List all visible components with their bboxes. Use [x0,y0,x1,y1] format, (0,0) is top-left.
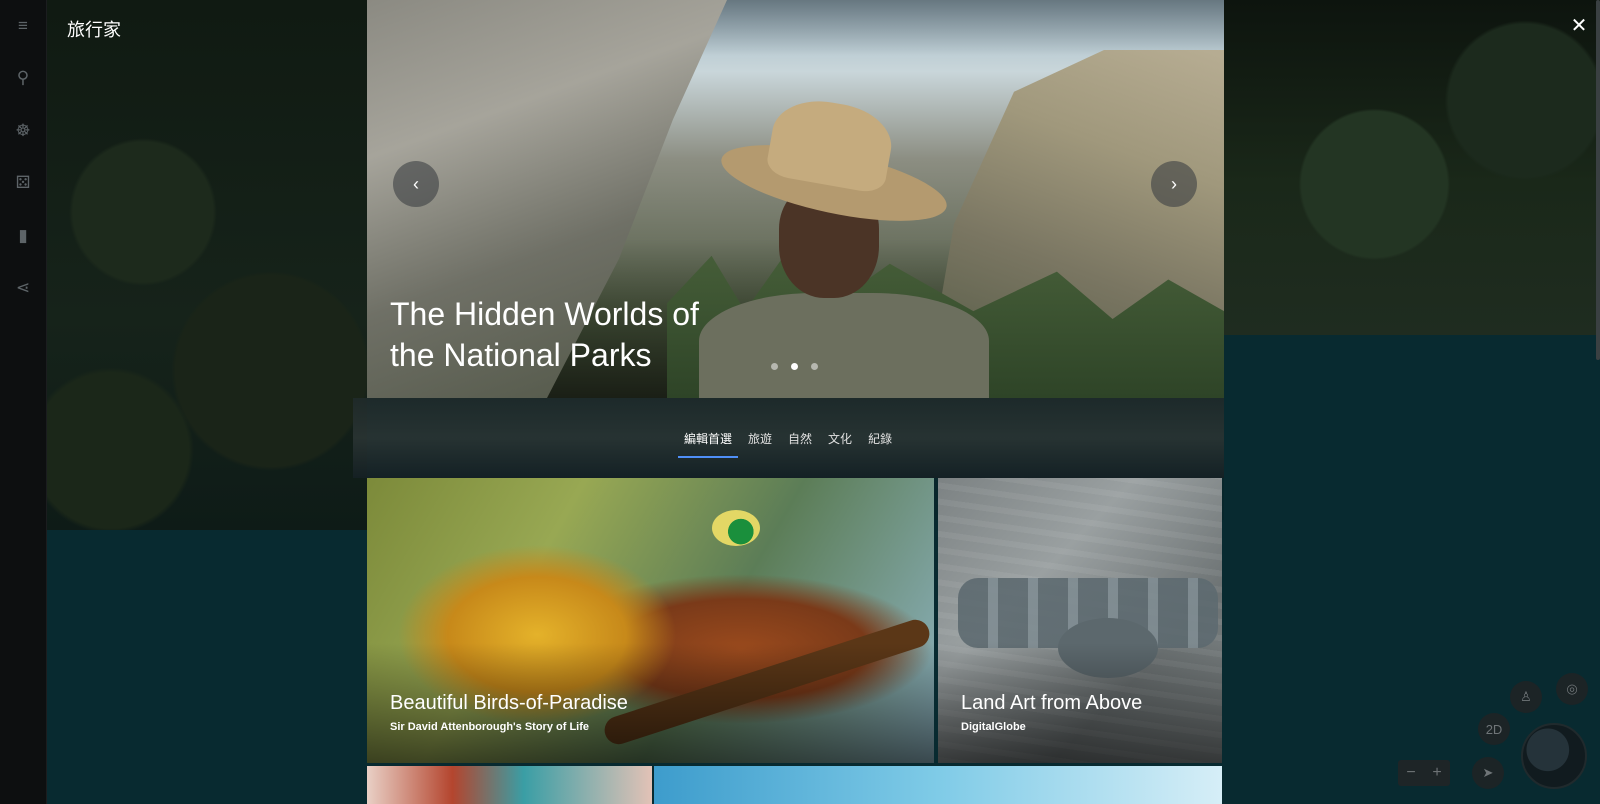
carousel-dot-2[interactable] [791,363,798,370]
hero-ranger-figure [699,93,989,398]
category-tabs: 編輯首選 旅遊 自然 文化 紀錄 [678,420,902,458]
dice-icon[interactable]: ⚄ [12,172,34,194]
left-rail: ≡ ⚲ ☸ ⚄ ▮ ⋖ [0,0,47,804]
tab-travel[interactable]: 旅遊 [742,420,778,458]
story-card-partial-right[interactable] [654,766,1222,804]
card-subtitle: DigitalGlobe [961,721,1026,733]
tab-culture[interactable]: 文化 [822,420,858,458]
pegman-icon[interactable]: ♙ [1510,681,1542,713]
carousel-next-button[interactable]: › [1151,161,1197,207]
tab-documentary[interactable]: 紀錄 [862,420,898,458]
carousel-dots [771,363,818,370]
view-mode-2d-button[interactable]: 2D [1478,713,1510,745]
locate-icon[interactable]: ◎ [1556,673,1588,705]
bookmark-icon[interactable]: ▮ [12,225,34,247]
story-card-birds[interactable]: Beautiful Birds-of-Paradise Sir David At… [367,478,934,763]
scrollbar[interactable] [1596,0,1600,360]
voyager-icon[interactable]: ☸ [12,120,34,142]
tab-editors-picks[interactable]: 編輯首選 [678,420,739,458]
map-forest-right [1224,0,1600,335]
card-title: Beautiful Birds-of-Paradise [390,692,628,714]
carousel-dot-3[interactable] [811,363,818,370]
tab-nature[interactable]: 自然 [782,420,818,458]
app-title: 旅行家 [67,20,121,40]
bird-head [712,510,760,546]
zoom-control: − + [1398,760,1450,786]
share-icon[interactable]: ⋖ [12,277,34,299]
card-title: Land Art from Above [961,692,1143,714]
zoom-out-button[interactable]: − [1398,764,1424,782]
carousel-dot-1[interactable] [771,363,778,370]
card-subtitle: Sir David Attenborough's Story of Life [390,721,589,733]
compass-icon[interactable]: ➤ [1472,757,1504,789]
menu-icon[interactable]: ≡ [12,15,34,37]
close-button[interactable]: ✕ [1568,14,1590,37]
search-icon[interactable]: ⚲ [12,67,34,89]
carousel-prev-button[interactable]: ‹ [393,161,439,207]
story-card-land-art[interactable]: Land Art from Above DigitalGlobe [938,478,1222,763]
zoom-in-button[interactable]: + [1424,764,1450,782]
story-card-partial-left[interactable] [367,766,652,804]
hero-title[interactable]: The Hidden Worlds of the National Parks [390,294,750,376]
globe-minimap[interactable] [1521,723,1587,789]
map-forest-left [47,0,367,530]
